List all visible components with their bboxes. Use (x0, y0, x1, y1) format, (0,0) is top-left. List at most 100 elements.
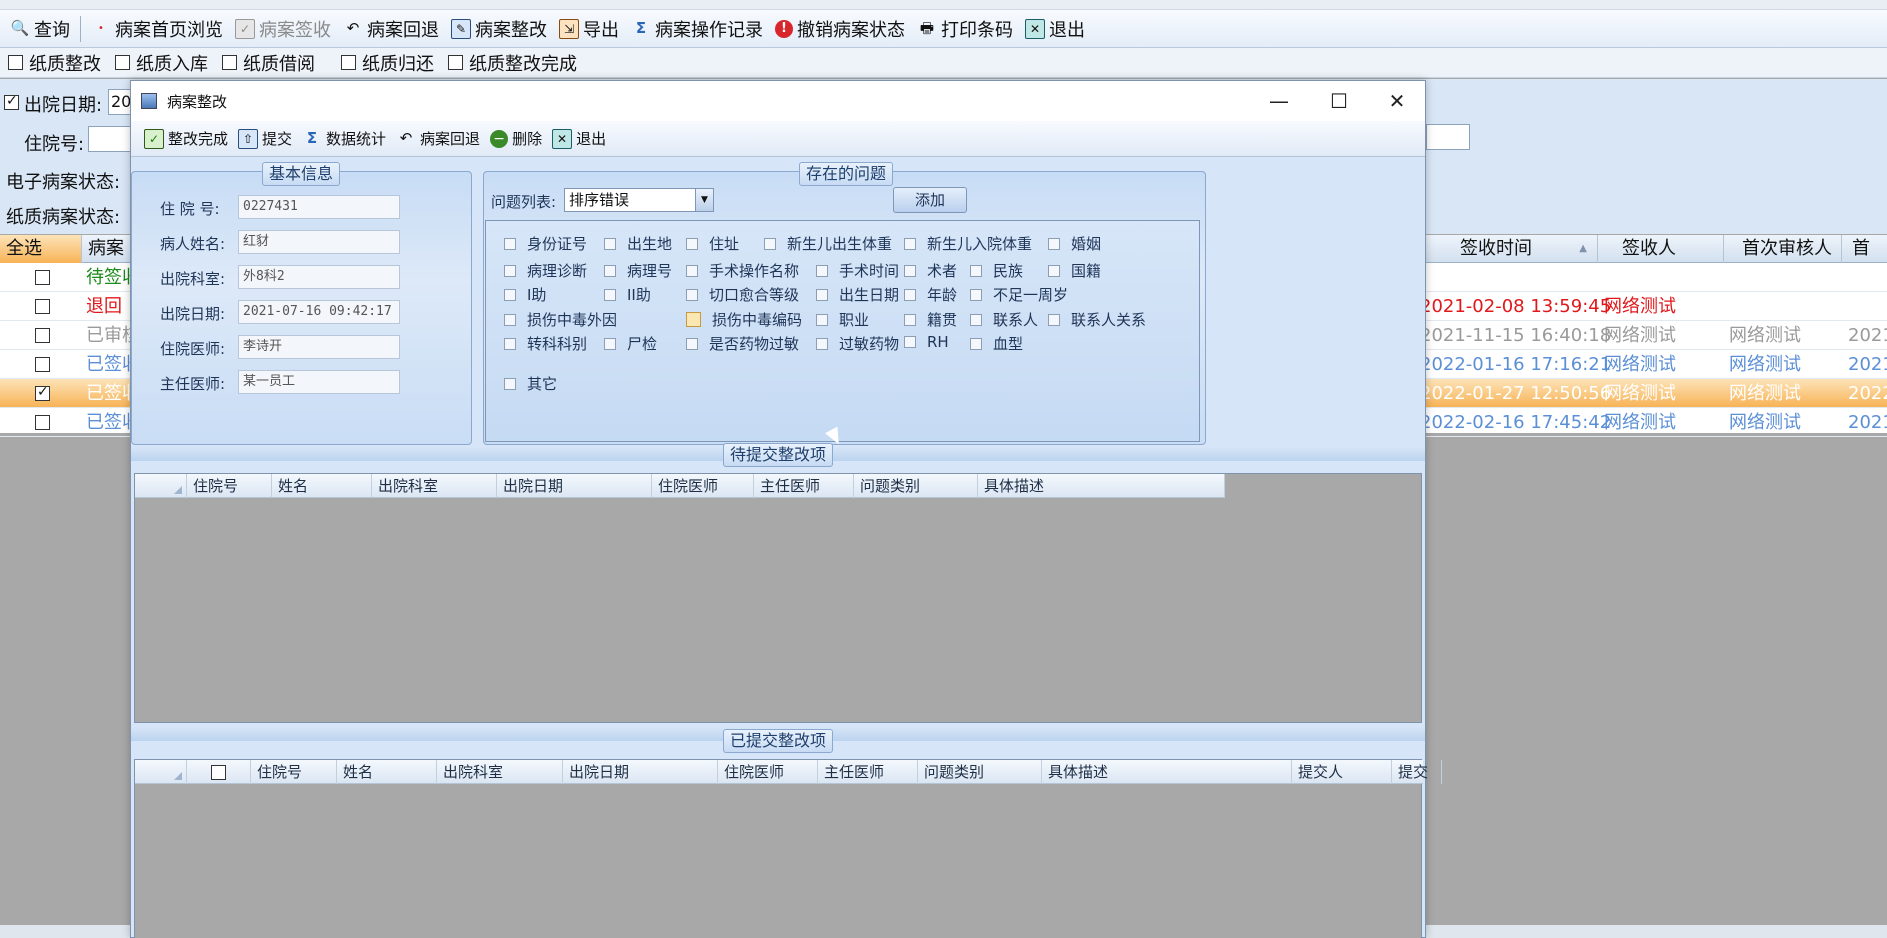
column-header[interactable]: 具体描述 (1042, 760, 1292, 784)
rectify-complete-button[interactable]: ✓ 整改完成 (139, 124, 233, 154)
column-header[interactable]: 提交 (1392, 760, 1442, 784)
problem-checkbox[interactable]: 国籍 (1048, 260, 1101, 281)
discharge-dept-value[interactable]: 外8科2 (238, 265, 400, 289)
problem-checkbox[interactable]: 籍贯 (904, 309, 957, 330)
maximize-button[interactable]: ☐ (1309, 81, 1369, 121)
checkbox-box[interactable] (504, 288, 516, 301)
problem-checkbox[interactable]: II助 (604, 284, 651, 305)
row-checkbox[interactable] (35, 357, 50, 372)
column-header[interactable]: 姓名 (337, 760, 437, 784)
problem-checkbox[interactable]: 职业 (816, 309, 869, 330)
checkbox-box[interactable] (970, 264, 982, 277)
column-header[interactable]: 首 (1842, 235, 1887, 263)
checkbox-box[interactable] (504, 313, 516, 326)
problem-checkbox[interactable]: 民族 (970, 260, 1023, 281)
column-header-sign-time[interactable]: 签收时间 ▲ (1426, 235, 1598, 263)
checkbox-box[interactable] (8, 55, 23, 70)
discharge-date-checkbox[interactable] (4, 93, 19, 110)
problem-checkbox[interactable]: 是否药物过敏 (686, 333, 799, 354)
checkbox-box[interactable] (222, 55, 237, 70)
paper-rectify-done-checkbox[interactable]: 纸质整改完成 (448, 50, 577, 76)
problem-checkbox[interactable]: 新生儿入院体重 (904, 233, 1032, 254)
checkbox-box[interactable] (604, 337, 616, 350)
chief-doctor-value[interactable]: 某一员工 (238, 370, 400, 394)
select-all-header[interactable]: 全选 (0, 235, 82, 263)
column-header[interactable]: 住院号 (187, 474, 272, 498)
checkbox-box[interactable] (904, 313, 916, 326)
select-all-checkbox[interactable] (211, 765, 226, 780)
revoke-status-button[interactable]: ! 撤销病案状态 (769, 14, 911, 44)
checkbox-box[interactable] (1048, 313, 1060, 326)
checkbox-box[interactable] (904, 264, 916, 277)
checkbox-box[interactable] (341, 55, 356, 70)
problem-checkbox[interactable]: 病理诊断 (504, 260, 587, 281)
column-header[interactable]: 主任医师 (754, 474, 854, 498)
record-rectify-button[interactable]: ✎ 病案整改 (445, 14, 553, 44)
checkbox-box[interactable] (604, 288, 616, 301)
checkbox-box[interactable] (504, 237, 516, 250)
checkbox-box[interactable] (816, 288, 828, 301)
column-header-signer[interactable]: 签收人 (1598, 235, 1724, 263)
operation-log-button[interactable]: Σ 病案操作记录 (625, 14, 769, 44)
column-header[interactable]: 姓名 (272, 474, 372, 498)
filter-right-input[interactable] (1426, 124, 1470, 150)
paper-borrow-checkbox[interactable]: 纸质借阅 (222, 50, 315, 76)
query-button[interactable]: 🔍 查询 (4, 14, 76, 44)
row-checkbox[interactable] (35, 328, 50, 343)
checkbox-box[interactable] (816, 337, 828, 350)
checkbox-box[interactable] (686, 264, 698, 277)
problem-checkbox[interactable]: 损伤中毒编码 (686, 309, 802, 330)
row-checkbox[interactable] (35, 384, 50, 401)
problem-list-select[interactable]: 排序错误 ▼ (564, 188, 714, 212)
record-homepage-browse-button[interactable]: • 病案首页浏览 (85, 14, 229, 44)
checkbox-box[interactable] (686, 288, 698, 301)
add-problem-button[interactable]: 添加 (893, 187, 967, 213)
checkbox-box[interactable] (604, 264, 616, 277)
problem-checkbox[interactable]: 手术操作名称 (686, 260, 799, 281)
checkbox-box[interactable] (970, 313, 982, 326)
paper-storage-checkbox[interactable]: 纸质入库 (115, 50, 208, 76)
discharge-date-value[interactable]: 2021-07-16 09:42:17 (238, 300, 400, 324)
resident-doctor-value[interactable]: 李诗开 (238, 335, 400, 359)
admission-no-input[interactable] (88, 126, 133, 152)
admission-no-value[interactable]: 0227431 (238, 195, 400, 219)
problem-checkbox[interactable]: 病理号 (604, 260, 672, 281)
patient-name-value[interactable]: 红豺 (238, 230, 400, 254)
problem-checkbox[interactable]: 身份证号 (504, 233, 587, 254)
problem-checkbox[interactable]: 转科科别 (504, 333, 587, 354)
problem-checkbox[interactable]: 出生日期 (816, 284, 899, 305)
column-header[interactable]: 问题类别 (854, 474, 978, 498)
problem-checkbox[interactable]: I助 (504, 284, 546, 305)
problem-checkbox[interactable]: 其它 (504, 373, 557, 394)
problem-checkbox[interactable]: 联系人 (970, 309, 1038, 330)
column-header[interactable]: 住院医师 (652, 474, 754, 498)
chevron-down-icon[interactable]: ▼ (695, 189, 713, 211)
checkbox-box[interactable] (904, 288, 916, 301)
close-button[interactable]: ✕ (1367, 81, 1427, 121)
paper-rectify-checkbox[interactable]: 纸质整改 (8, 50, 101, 76)
problem-checkbox[interactable]: 不足一周岁 (970, 284, 1068, 305)
dialog-return-button[interactable]: ↶ 病案回退 (391, 124, 485, 154)
print-barcode-button[interactable]: 🖶 打印条码 (911, 14, 1019, 44)
minimize-button[interactable]: — (1249, 81, 1309, 121)
checkbox-box[interactable] (1048, 237, 1060, 250)
submit-button[interactable]: ⇧ 提交 (233, 124, 297, 154)
problem-checkbox[interactable]: 血型 (970, 333, 1023, 354)
dialog-exit-button[interactable]: ✕ 退出 (547, 124, 611, 154)
checkbox-box[interactable] (504, 337, 516, 350)
delete-button[interactable]: − 删除 (485, 124, 547, 154)
problem-checkbox[interactable]: 尸检 (604, 333, 657, 354)
column-header[interactable]: 出院日期 (563, 760, 718, 784)
checkbox-box[interactable] (816, 264, 828, 277)
checkbox-box[interactable] (604, 237, 616, 250)
checkbox-box[interactable] (904, 237, 916, 250)
row-checkbox[interactable] (35, 270, 50, 285)
problem-checkbox[interactable]: 婚姻 (1048, 233, 1101, 254)
checkbox-box[interactable] (764, 237, 776, 250)
checkbox-box[interactable] (970, 288, 982, 301)
problem-checkbox[interactable]: 年龄 (904, 284, 957, 305)
checkbox-box[interactable] (816, 313, 828, 326)
column-header[interactable]: 住院号 (251, 760, 337, 784)
checkbox-box[interactable] (448, 55, 463, 70)
problem-checkbox[interactable]: 术者 (904, 260, 957, 281)
